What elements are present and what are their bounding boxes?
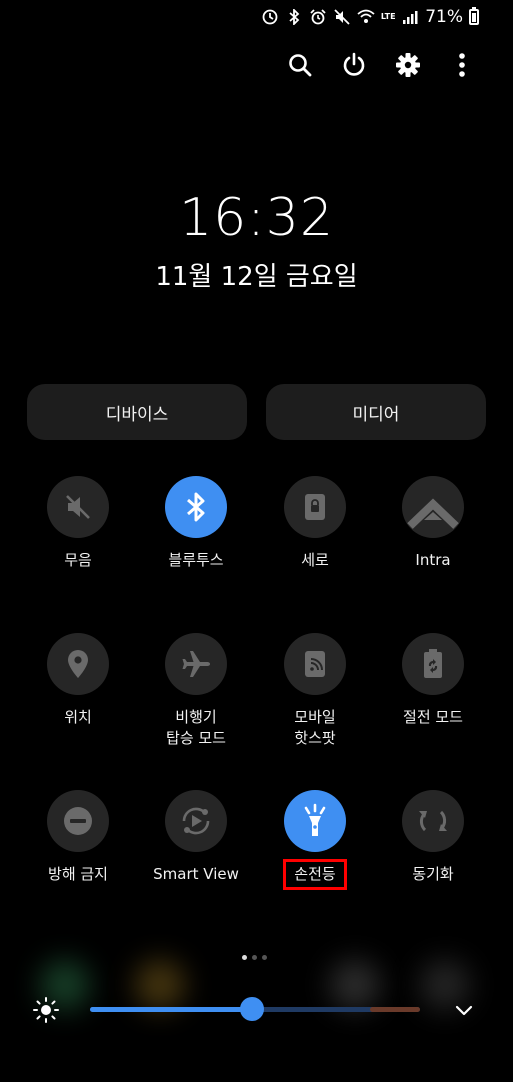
mute-icon bbox=[333, 8, 351, 26]
sync-icon bbox=[419, 810, 447, 832]
tile-bluetooth[interactable]: 블루투스 bbox=[137, 476, 255, 571]
tile-hotspot-button[interactable] bbox=[284, 633, 346, 695]
power-saving-icon bbox=[424, 649, 442, 678]
wifi-icon bbox=[357, 8, 375, 26]
brightness-slider-end bbox=[370, 1007, 420, 1012]
tile-sync-button[interactable] bbox=[402, 790, 464, 852]
bluetooth-icon bbox=[187, 492, 205, 522]
tile-label: Smart View bbox=[153, 865, 239, 883]
portrait-lock-icon bbox=[305, 494, 325, 520]
signal-icon bbox=[401, 8, 419, 26]
tile-hotspot[interactable]: 모바일 핫스팟 bbox=[256, 633, 374, 749]
tile-smart-view-button[interactable] bbox=[165, 790, 227, 852]
alarm-icon bbox=[309, 8, 327, 26]
tile-location-button[interactable] bbox=[47, 633, 109, 695]
tile-label: 위치 bbox=[64, 708, 92, 726]
tile-label: 비행기 탑승 모드 bbox=[166, 708, 226, 747]
settings-icon bbox=[396, 53, 420, 77]
tile-label: 동기화 bbox=[412, 865, 454, 883]
tile-intra-button[interactable] bbox=[402, 476, 464, 538]
tile-power-saving-button[interactable] bbox=[402, 633, 464, 695]
search-icon bbox=[289, 54, 312, 77]
data-saver-icon bbox=[261, 8, 279, 26]
more-options-button[interactable] bbox=[447, 50, 477, 80]
tile-do-not-disturb-button[interactable] bbox=[47, 790, 109, 852]
power-icon bbox=[343, 52, 365, 76]
tile-label: Intra bbox=[415, 551, 451, 569]
clock-time[interactable]: 16:32 bbox=[0, 188, 513, 248]
search-button[interactable] bbox=[285, 50, 315, 80]
tile-mute[interactable]: 무음 bbox=[19, 476, 137, 571]
tile-label: 모바일 핫스팟 bbox=[294, 708, 336, 747]
tile-power-saving[interactable]: 절전 모드 bbox=[374, 633, 492, 728]
battery-percent: 71% bbox=[425, 7, 463, 27]
tile-airplane-button[interactable] bbox=[165, 633, 227, 695]
page-dot bbox=[262, 955, 267, 960]
tile-airplane[interactable]: 비행기 탑승 모드 bbox=[137, 633, 255, 749]
device-button[interactable]: 디바이스 bbox=[27, 384, 247, 440]
media-button[interactable]: 미디어 bbox=[266, 384, 486, 440]
battery-charging-icon bbox=[469, 7, 479, 25]
status-bar: LTE 71% bbox=[261, 4, 479, 30]
lte-icon: LTE bbox=[380, 12, 396, 21]
expand-button[interactable] bbox=[452, 998, 476, 1022]
background-blur bbox=[330, 960, 380, 1010]
smart-view-icon bbox=[182, 807, 210, 835]
do-not-disturb-icon bbox=[64, 807, 92, 835]
tile-location[interactable]: 위치 bbox=[19, 633, 137, 728]
tile-intra[interactable]: Intra bbox=[374, 476, 492, 571]
background-blur bbox=[135, 960, 185, 1010]
page-dot bbox=[242, 955, 247, 960]
tile-label: 방해 금지 bbox=[48, 865, 108, 883]
tile-portrait[interactable]: 세로 bbox=[256, 476, 374, 571]
page-dot bbox=[252, 955, 257, 960]
tile-label: 무음 bbox=[64, 551, 92, 569]
settings-button[interactable] bbox=[393, 50, 423, 80]
bluetooth-icon bbox=[285, 8, 303, 26]
flashlight-icon bbox=[304, 803, 326, 836]
tile-portrait-button[interactable] bbox=[284, 476, 346, 538]
page-indicator bbox=[242, 955, 267, 960]
brightness-slider-thumb[interactable] bbox=[239, 997, 264, 1021]
tile-label: 세로 bbox=[301, 551, 329, 569]
tile-mute-button[interactable] bbox=[47, 476, 109, 538]
mute-icon bbox=[66, 495, 90, 519]
brightness-slider-fill bbox=[90, 1007, 252, 1012]
quick-panel-toolbar bbox=[285, 50, 477, 80]
location-icon bbox=[68, 650, 88, 678]
tile-bluetooth-button[interactable] bbox=[165, 476, 227, 538]
tile-flashlight[interactable]: 손전등 bbox=[256, 790, 374, 890]
brightness-icon bbox=[33, 997, 59, 1023]
tile-sync[interactable]: 동기화 bbox=[374, 790, 492, 885]
clock-date[interactable]: 11월 12일 금요일 bbox=[0, 256, 513, 293]
chevron-down-icon bbox=[455, 1005, 473, 1016]
power-button[interactable] bbox=[339, 50, 369, 80]
intra-icon bbox=[407, 498, 459, 529]
tile-label: 손전등 bbox=[283, 859, 347, 890]
tile-do-not-disturb[interactable]: 방해 금지 bbox=[19, 790, 137, 885]
tile-flashlight-button[interactable] bbox=[284, 790, 346, 852]
tile-smart-view[interactable]: Smart View bbox=[137, 790, 255, 885]
hotspot-icon bbox=[305, 651, 325, 677]
airplane-icon bbox=[182, 651, 210, 677]
more-options-icon bbox=[459, 53, 465, 77]
tile-label: 절전 모드 bbox=[403, 708, 463, 726]
tile-label: 블루투스 bbox=[168, 551, 224, 569]
